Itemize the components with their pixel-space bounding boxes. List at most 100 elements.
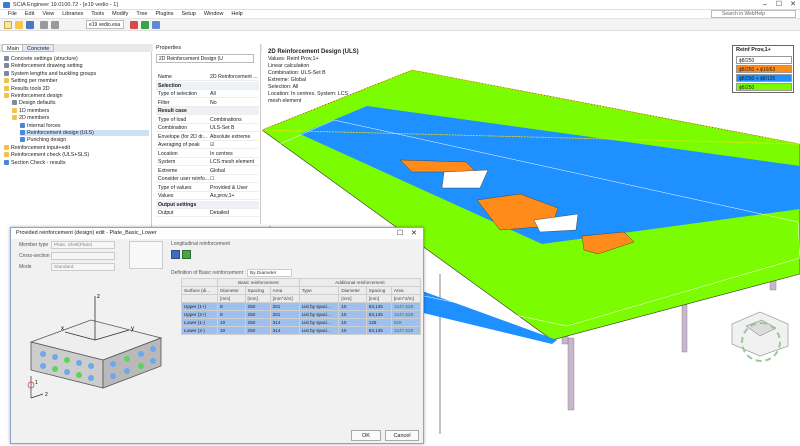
column-header: Diameter bbox=[217, 286, 246, 295]
column-header-row: Surface (di... Diameter Spacing Area Type Dia… bbox=[180, 286, 422, 295]
property-row[interactable]: Type of selection All bbox=[156, 90, 259, 98]
menu-tools[interactable]: Tools bbox=[91, 10, 104, 19]
tree-item[interactable]: 1D members bbox=[12, 107, 50, 114]
table-cell: 250 bbox=[244, 302, 271, 311]
property-row[interactable]: Envelope (for 2D dr... Absolute extreme bbox=[156, 133, 259, 141]
menu-window[interactable]: Window bbox=[204, 10, 224, 19]
table-cell: 125 bbox=[365, 318, 392, 327]
table-cell: 63,125 bbox=[365, 326, 392, 335]
menu-file[interactable]: File bbox=[8, 10, 17, 19]
tree-item-label: Reinforcement input+edit bbox=[11, 144, 71, 151]
property-value: Detailed bbox=[210, 210, 230, 216]
lower-reinforcement-icon[interactable] bbox=[182, 250, 191, 259]
tree-item-label: Design defaults bbox=[19, 100, 56, 107]
property-key: Filter bbox=[158, 99, 170, 106]
menu-libraries[interactable]: Libraries bbox=[62, 10, 83, 19]
property-value: 2D Reinforcement ... bbox=[210, 74, 258, 80]
tree-item[interactable]: Internal forces bbox=[20, 122, 61, 129]
menu-modify[interactable]: Modify bbox=[112, 10, 128, 19]
table-row[interactable]: Upper (1+) 8 250 201 List by spaci... 10 63,12… bbox=[180, 302, 422, 311]
tree-item[interactable]: Section Check - results bbox=[4, 159, 65, 166]
view-info-line: Values: Reinf Prov,1+ bbox=[268, 56, 319, 62]
property-row[interactable]: Output Detailed bbox=[156, 209, 259, 217]
view-cube-ring[interactable] bbox=[741, 322, 781, 362]
menu-setup[interactable]: Setup bbox=[181, 10, 195, 19]
axis-label-z: z bbox=[97, 294, 100, 300]
tree-item[interactable]: Reinforcement input+edit bbox=[4, 144, 71, 151]
gear-icon bbox=[4, 63, 9, 69]
legend-item: ϕ8/250 + ϕ8/125 bbox=[736, 74, 792, 82]
new-file-icon[interactable] bbox=[4, 21, 12, 29]
minimize-button[interactable]: – bbox=[758, 0, 772, 10]
search-input[interactable]: Search in WebHelp bbox=[711, 10, 796, 18]
tree-item[interactable]: Punching design bbox=[20, 137, 66, 143]
mode-field[interactable]: Standard bbox=[51, 263, 115, 271]
gear-icon bbox=[12, 100, 17, 106]
properties-selector[interactable]: 2D Reinforcement Design (U bbox=[156, 54, 254, 63]
redo-icon[interactable] bbox=[51, 21, 59, 29]
property-row[interactable]: Values As,prov,1+ bbox=[156, 192, 259, 200]
property-row[interactable]: Type of load Combinations bbox=[156, 116, 259, 124]
property-section: Result case bbox=[156, 107, 259, 115]
calculation-icon[interactable] bbox=[130, 21, 138, 29]
check-icon[interactable] bbox=[141, 21, 149, 29]
tab-main[interactable]: Main bbox=[2, 44, 24, 52]
axis-label-x: x bbox=[61, 326, 64, 332]
table-cell: 314 bbox=[269, 318, 300, 327]
result-icon bbox=[20, 122, 25, 128]
tree-item[interactable]: Concrete settings (structure) bbox=[4, 56, 78, 62]
member-type-label: Member type bbox=[19, 242, 49, 248]
property-key: Extreme bbox=[158, 167, 178, 174]
property-row[interactable]: Combination ULS-Set B bbox=[156, 124, 259, 132]
tree-item-label: Results tools 2D bbox=[11, 85, 50, 92]
project-selector[interactable]: e19 vedio.esa bbox=[86, 20, 124, 29]
property-row[interactable]: Name 2D Reinforcement ... bbox=[156, 73, 259, 81]
table-row[interactable]: Lower (2-) 10 250 314 List by spaci... 10 63,1… bbox=[180, 326, 422, 335]
table-row[interactable]: Upper (2+) 8 250 201 List by spaci... 10 63,12… bbox=[180, 310, 422, 319]
property-value: ☑ bbox=[210, 142, 215, 148]
cross-section-field[interactable] bbox=[51, 252, 115, 260]
upper-reinforcement-icon[interactable] bbox=[171, 250, 180, 259]
undo-icon[interactable] bbox=[40, 21, 48, 29]
menu-view[interactable]: View bbox=[42, 10, 54, 19]
menu-edit[interactable]: Edit bbox=[25, 10, 34, 19]
tree-item[interactable]: Reinforcement design bbox=[4, 93, 63, 99]
tree-item[interactable]: Reinforcement check (ULS+SLS) bbox=[4, 152, 89, 158]
save-icon[interactable] bbox=[26, 21, 34, 29]
tree-item[interactable]: Reinforcement drawing setting bbox=[4, 63, 83, 69]
tree-item-label: 1D members bbox=[19, 107, 50, 114]
tree-item[interactable]: Reinforcement design (ULS) bbox=[20, 130, 149, 136]
reinforcement-dialog[interactable]: Provided reinforcement (design) edit - P… bbox=[10, 227, 424, 444]
tree-item[interactable]: System lengths and buckling groups bbox=[4, 70, 96, 77]
dialog-maximize-icon[interactable]: ☐ bbox=[397, 229, 403, 237]
menu-plugins[interactable]: Plugins bbox=[155, 10, 173, 19]
property-row[interactable]: Averaging of peak ☑ bbox=[156, 141, 259, 149]
menu-help[interactable]: Help bbox=[231, 10, 242, 19]
property-row[interactable]: Extreme Global bbox=[156, 167, 259, 175]
tree-item[interactable]: Results tools 2D bbox=[4, 85, 50, 92]
table-row[interactable]: Lower (1-) 10 250 314 List by spaci... 10 125 6… bbox=[180, 318, 422, 327]
property-row[interactable]: Type of values Provided & User bbox=[156, 184, 259, 192]
property-row[interactable]: Filter No bbox=[156, 99, 259, 107]
tab-concrete[interactable]: Concrete bbox=[22, 44, 55, 52]
property-row[interactable]: Consider user reinfo... ☐ bbox=[156, 175, 259, 183]
tree-item[interactable]: Setting per member bbox=[4, 78, 58, 84]
tree-item[interactable]: Design defaults bbox=[12, 100, 56, 106]
view-icon[interactable] bbox=[152, 21, 160, 29]
close-button[interactable]: ✕ bbox=[786, 0, 800, 10]
definition-select[interactable]: By Diameter bbox=[247, 269, 292, 277]
unit-cell: [mm] bbox=[338, 294, 367, 303]
result-icon bbox=[20, 130, 25, 135]
member-type-field[interactable]: Plate, Shell(Plate) bbox=[51, 241, 115, 249]
property-row[interactable]: System LCS mesh element bbox=[156, 158, 259, 166]
ok-button[interactable]: OK bbox=[351, 430, 381, 441]
property-row[interactable]: Location In centres bbox=[156, 150, 259, 158]
cancel-button[interactable]: Cancel bbox=[385, 430, 419, 441]
menu-tree[interactable]: Tree bbox=[136, 10, 147, 19]
cross-section-label: Cross-section bbox=[19, 253, 50, 259]
definition-label: Definition of Basic reinforcement : bbox=[171, 270, 246, 276]
maximize-button[interactable]: ☐ bbox=[772, 0, 786, 10]
open-folder-icon[interactable] bbox=[15, 21, 23, 29]
tree-item[interactable]: 2D members bbox=[12, 115, 49, 121]
dialog-close-icon[interactable]: ✕ bbox=[411, 229, 417, 237]
